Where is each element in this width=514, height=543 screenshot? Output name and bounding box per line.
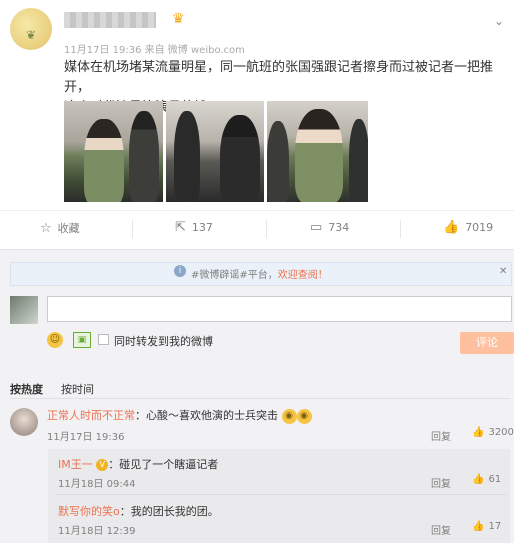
- reply-like-count: 17: [488, 521, 502, 532]
- action-separator: [400, 220, 401, 238]
- sort-by-hot-tab[interactable]: 按热度: [10, 381, 43, 397]
- emoji-face-icon: ◉: [281, 408, 297, 424]
- post-photo-1[interactable]: [64, 101, 163, 202]
- sort-by-time-tab[interactable]: 按时间: [61, 381, 94, 397]
- notice-prefix: #微博辟谣#平台，: [191, 270, 278, 281]
- author-name-blurred[interactable]: [64, 12, 156, 28]
- close-icon[interactable]: ✕: [499, 266, 507, 277]
- photo-figure: [84, 119, 124, 202]
- share-icon: ⇱: [175, 220, 186, 235]
- commenter-avatar[interactable]: [10, 408, 38, 436]
- action-separator: [132, 220, 133, 238]
- thumbs-up-icon: 👍: [472, 474, 485, 485]
- reply-like-count: 61: [488, 474, 502, 485]
- emoji-icon[interactable]: ☺: [47, 332, 63, 348]
- comment-input[interactable]: [47, 296, 512, 322]
- favorite-label: 收藏: [57, 222, 80, 235]
- reply-divider: [56, 494, 506, 495]
- reply-body: IM王一 V ：碰见了一个瞎逼记者: [58, 456, 218, 472]
- avatar-leaf-icon: ❦: [26, 28, 37, 42]
- like-button[interactable]: 👍 7019: [443, 220, 493, 235]
- photo-figure: [129, 111, 159, 202]
- reply-like-button[interactable]: 👍 61: [472, 474, 501, 485]
- reply-button[interactable]: 回复: [431, 428, 451, 443]
- comment-icon: ▭: [310, 220, 323, 235]
- post-meta: 11月17日 19:36 来自 微博 weibo.com: [64, 45, 245, 56]
- repost-count: 137: [191, 221, 213, 234]
- emoji-face-icon: ◉: [296, 408, 312, 424]
- comment-time: 11月17日 19:36: [47, 432, 125, 443]
- post-photo-3[interactable]: [267, 101, 368, 202]
- reply-time: 11月18日 12:39: [58, 526, 136, 537]
- post-text-line-1: 媒体在机场堵某流量明星，同一航班的张国强跟记者擦身而过被记者一把推开，: [64, 60, 494, 95]
- notice-text: #微博辟谣#平台，欢迎查阅！: [191, 266, 328, 281]
- commenter-name[interactable]: 正常人时而不正常: [47, 409, 135, 422]
- photo-figure: [349, 119, 368, 202]
- post-menu-chevron-icon[interactable]: ⌄: [494, 14, 504, 28]
- verified-badge-icon: V: [96, 459, 109, 471]
- action-separator: [266, 220, 267, 238]
- reply-author-name[interactable]: IM王一: [58, 458, 93, 471]
- submit-comment-button[interactable]: 评论: [460, 332, 514, 354]
- reply-button[interactable]: 回复: [431, 475, 451, 490]
- image-icon[interactable]: ▣: [73, 332, 91, 348]
- reply-text: ：我的团长我的团。: [119, 505, 219, 518]
- weibo-info-icon: i: [174, 265, 186, 277]
- post-photo-2[interactable]: [166, 101, 264, 202]
- current-user-avatar: [10, 296, 38, 324]
- photo-figure: [220, 115, 260, 202]
- thumbs-up-icon: 👍: [472, 427, 485, 438]
- photo-figure: [295, 109, 343, 202]
- reply-text: ：碰见了一个瞎逼记者: [108, 458, 219, 471]
- favorite-button[interactable]: ☆ 收藏: [40, 220, 80, 236]
- repost-checkbox[interactable]: [98, 334, 109, 345]
- comment-text: ：心酸～喜欢他演的士兵突击: [135, 409, 278, 422]
- reply-author-name[interactable]: 默写你的笑o: [58, 505, 120, 518]
- repost-button[interactable]: ⇱ 137: [175, 220, 213, 235]
- sort-divider: [10, 398, 510, 399]
- comment-like-button[interactable]: 👍 3200: [472, 427, 514, 438]
- comment-like-count: 3200: [488, 427, 514, 438]
- thumbs-up-icon: 👍: [443, 220, 460, 235]
- comment-count: 734: [328, 221, 350, 234]
- reply-time: 11月18日 09:44: [58, 479, 136, 490]
- like-count: 7019: [465, 221, 494, 234]
- notice-link[interactable]: 欢迎查阅！: [278, 270, 328, 281]
- photo-figure: [174, 111, 200, 201]
- photo-figure: [267, 121, 289, 202]
- vip-crown-icon: ♛: [172, 11, 185, 27]
- comment-button[interactable]: ▭ 734: [310, 220, 349, 235]
- reply-button[interactable]: 回复: [431, 522, 451, 537]
- star-icon: ☆: [40, 220, 52, 236]
- repost-label: 同时转发到我的微博: [114, 335, 213, 348]
- comment-body: 正常人时而不正常：心酸～喜欢他演的士兵突击 ◉ ◉: [47, 407, 312, 424]
- author-avatar[interactable]: ❦: [10, 8, 52, 50]
- thumbs-up-icon: 👍: [472, 521, 485, 532]
- reply-like-button[interactable]: 👍 17: [472, 521, 501, 532]
- reply-body: 默写你的笑o：我的团长我的团。: [58, 503, 219, 519]
